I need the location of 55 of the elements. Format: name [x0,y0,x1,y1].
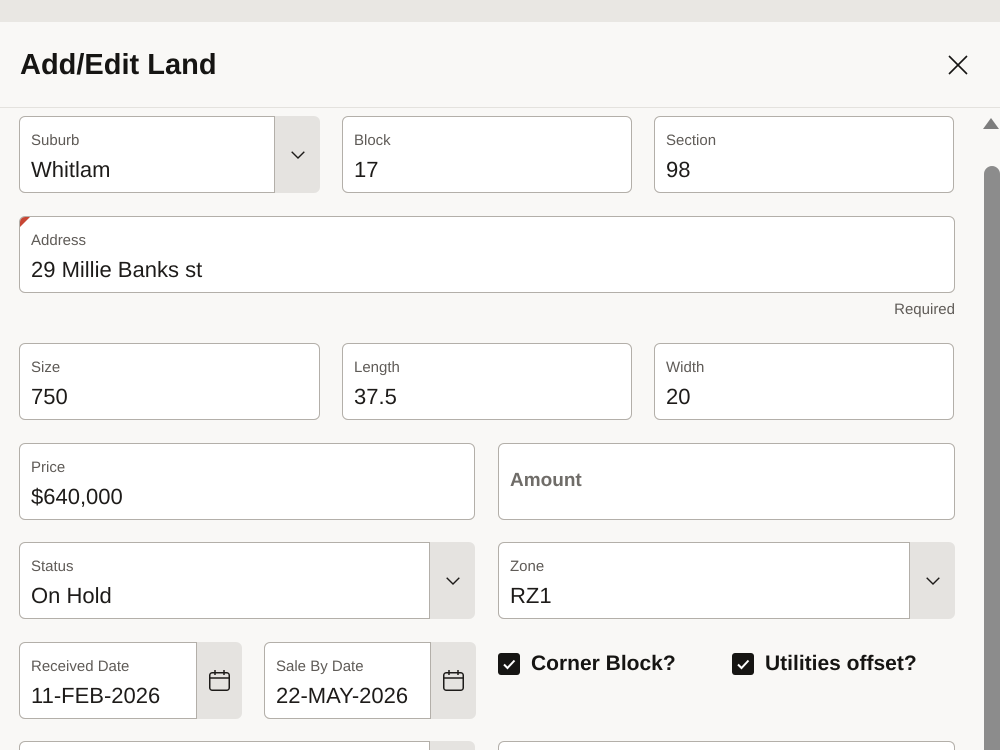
field-value: On Hold [31,582,112,610]
dialog-title: Add/Edit Land [20,48,217,82]
text-field[interactable] [498,741,955,750]
text-field[interactable]: Width 20 [654,343,954,420]
date-field[interactable]: Sale By Date 22-MAY-2026 [264,642,476,718]
field-label: Status [31,557,74,577]
text-field[interactable]: Address 29 Millie Banks st [19,216,955,292]
field-label: Section [666,131,716,151]
field-label: Length [354,358,400,378]
select-field[interactable]: Suburb Whitlam [19,116,320,193]
text-field[interactable]: Section 98 [654,116,954,193]
helper-text: Required [894,300,955,318]
calendar-icon [209,670,230,690]
field-value: 37.5 [354,383,397,411]
field-value: 20 [666,383,690,411]
field-label: Zone [510,557,544,577]
text-field[interactable]: Block 17 [342,116,632,193]
text-field[interactable]: Size 750 [19,343,320,420]
close-button[interactable] [948,54,968,74]
field-value: $640,000 [31,482,123,510]
field-value: 22-MAY-2026 [276,682,408,710]
field-placeholder: Amount [510,469,582,493]
field-value: RZ1 [510,582,552,610]
field-label: Size [31,358,60,378]
chevron-down-icon [446,576,460,584]
field-label: Sale By Date [276,656,364,676]
field-label: Received Date [31,656,130,676]
checkbox-label: Utilities offset? [765,652,917,676]
select-field[interactable]: Zone RZ1 [498,542,955,619]
close-icon [948,54,968,74]
field-value: 98 [666,156,690,184]
field-label: Suburb [31,131,80,151]
scroll-up-arrow-icon[interactable] [983,118,999,129]
field-label: Address [31,230,86,250]
select-field[interactable]: Status On Hold [19,542,475,619]
chevron-down-icon [926,576,940,584]
scrollbar-thumb[interactable] [984,166,1000,750]
text-field[interactable]: Length 37.5 [342,343,632,420]
text-field[interactable]: Price $640,000 [19,442,475,520]
date-field[interactable]: Received Date 11-FEB-2026 [19,642,242,718]
field-value: 11-FEB-2026 [31,682,160,710]
field-value: 29 Millie Banks st [31,256,202,284]
checkbox[interactable] [498,652,520,674]
checkbox-label: Corner Block? [531,652,676,676]
field-value: 750 [31,383,68,411]
field-label: Block [354,131,391,151]
field-label: Price [31,458,66,478]
select-field[interactable] [19,741,475,750]
field-value: 17 [354,156,378,184]
text-field[interactable]: Amount [498,442,955,520]
field-label: Width [666,358,704,378]
calendar-icon [443,670,464,690]
field-value: Whitlam [31,156,110,184]
chevron-down-icon [290,150,304,158]
checkbox[interactable] [732,652,754,674]
